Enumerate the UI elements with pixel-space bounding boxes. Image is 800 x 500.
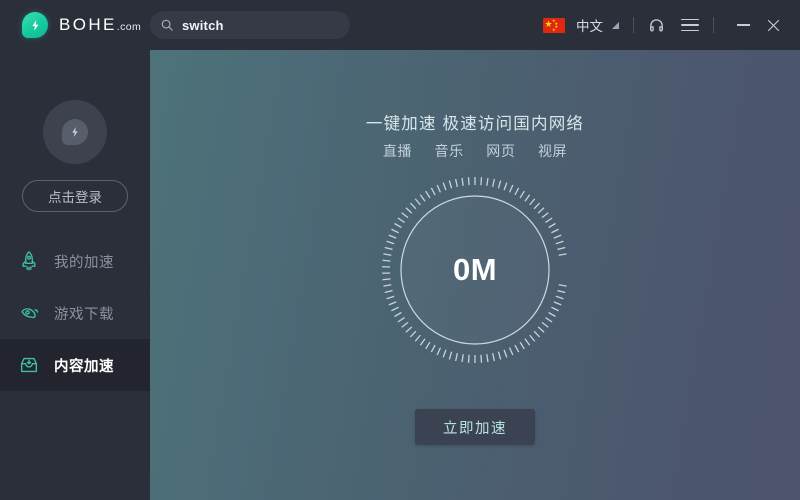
search-input[interactable]: switch: [150, 11, 350, 39]
sidebar-item-game-download[interactable]: 游戏下载: [0, 287, 150, 339]
sidebar-nav: 我的加速 游戏下载 内容加速: [0, 235, 150, 391]
minimize-button[interactable]: [728, 24, 758, 26]
accelerate-now-button[interactable]: 立即加速: [415, 409, 535, 445]
sidebar-item-label: 我的加速: [54, 254, 114, 271]
tag-webpage[interactable]: 网页: [486, 143, 515, 159]
sidebar-item-my-acceleration[interactable]: 我的加速: [0, 235, 150, 287]
category-tags: 直播 音乐 网页 视屏: [150, 141, 800, 161]
chevron-down-icon[interactable]: [612, 21, 619, 29]
titlebar-divider-1: [633, 17, 634, 33]
rocket-icon: [14, 250, 44, 272]
speed-dial-value: 0M: [452, 252, 498, 287]
headset-icon[interactable]: [648, 17, 665, 34]
tag-video[interactable]: 视屏: [538, 143, 567, 159]
title-bar: BOHE.com switch ★ ★ ★ ★ ★ 中文: [0, 0, 800, 50]
bolt-drop-logo-icon: [22, 12, 48, 38]
game-controller-icon: [14, 302, 44, 324]
search-input-value: switch: [182, 17, 224, 33]
language-selector[interactable]: ★ ★ ★ ★ ★ 中文: [543, 15, 619, 35]
close-icon: [767, 19, 779, 31]
brand-name-text: BOHE: [59, 15, 117, 34]
sidebar-item-label: 游戏下载: [54, 306, 114, 323]
brand-logo: BOHE.com: [22, 12, 141, 38]
language-label: 中文: [576, 19, 603, 34]
page-title: 一键加速 极速访问国内网络: [365, 115, 585, 133]
app-window: BOHE.com switch ★ ★ ★ ★ ★ 中文 点击登录 我的加速 游…: [0, 0, 800, 500]
sidebar: 点击登录 我的加速 游戏下载 内容加速: [0, 50, 150, 500]
sidebar-item-label: 内容加速: [54, 358, 114, 375]
speed-dial[interactable]: 0M: [377, 172, 573, 368]
sidebar-item-content-acceleration[interactable]: 内容加速: [0, 339, 150, 391]
china-flag-icon: ★ ★ ★ ★ ★: [543, 17, 565, 33]
brand-suffix-text: .com: [116, 21, 142, 33]
main-content: 一键加速 极速访问国内网络 直播 音乐 网页 视屏 0M 立即加速: [150, 50, 800, 500]
search-icon: [161, 19, 173, 31]
inbox-box-icon: [14, 354, 44, 376]
titlebar-divider-2: [713, 17, 714, 33]
tag-live[interactable]: 直播: [383, 143, 412, 159]
hamburger-menu-icon[interactable]: [681, 18, 699, 32]
tag-music[interactable]: 音乐: [435, 143, 464, 159]
login-button[interactable]: 点击登录: [22, 180, 128, 212]
close-button[interactable]: [758, 18, 788, 33]
avatar-logo-icon: [62, 119, 88, 145]
avatar[interactable]: [43, 100, 107, 164]
brand-name: BOHE.com: [59, 15, 141, 35]
titlebar-controls: ★ ★ ★ ★ ★ 中文: [543, 0, 800, 50]
